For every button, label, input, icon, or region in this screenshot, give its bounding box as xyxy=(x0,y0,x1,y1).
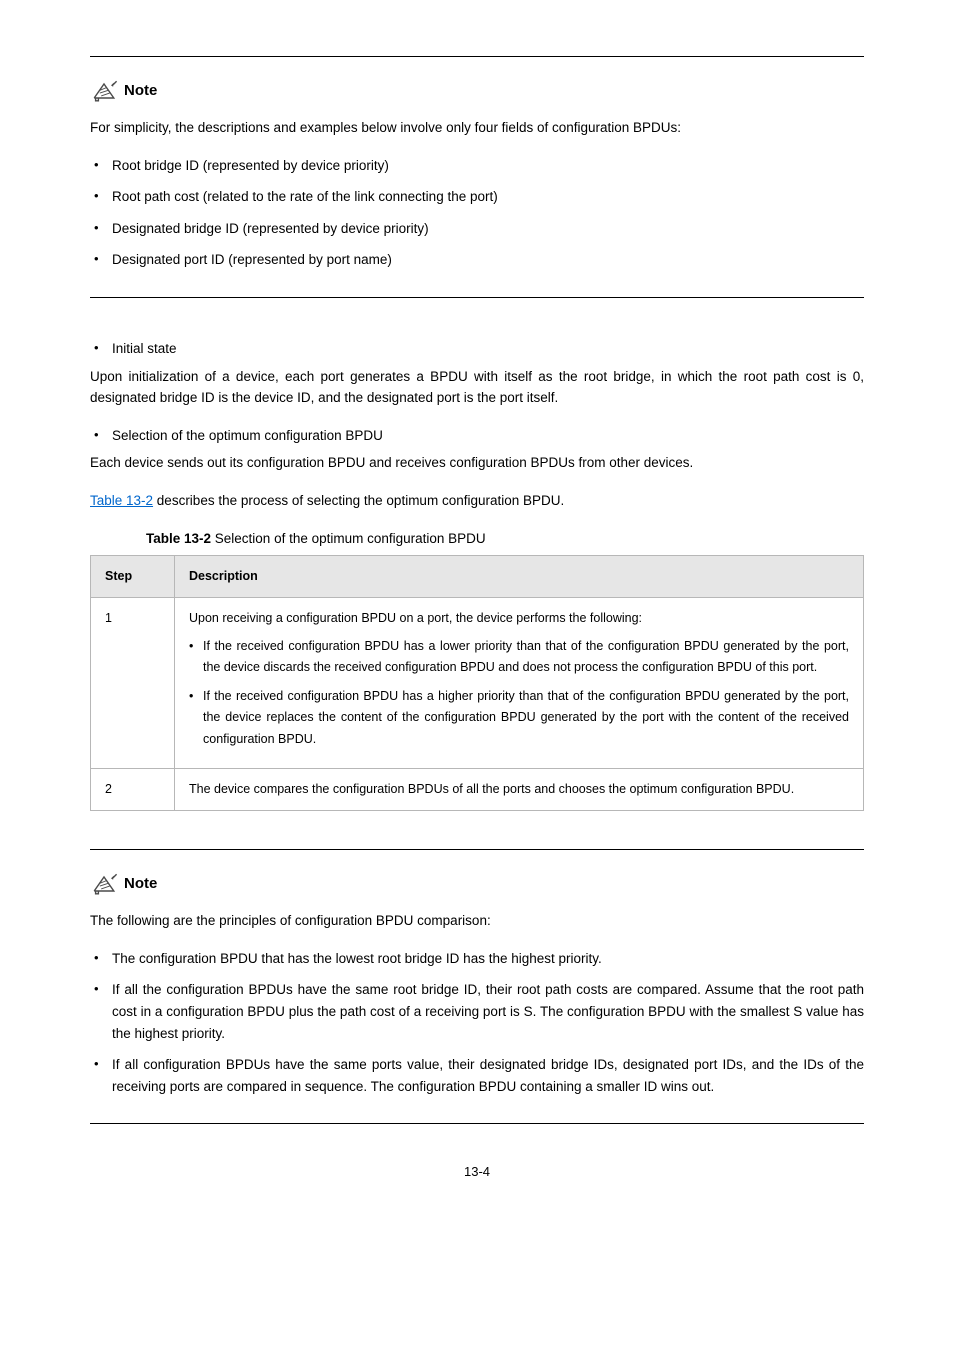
note-icon xyxy=(90,873,118,895)
section1-p2a: Each device sends out its configuration … xyxy=(90,452,864,474)
page-number: 13-4 xyxy=(90,1162,864,1183)
section1-p2b: Table 13-2 describes the process of sele… xyxy=(90,490,864,512)
note2-intro: The following are the principles of conf… xyxy=(90,910,864,932)
list-item: Root bridge ID (represented by device pr… xyxy=(112,155,864,177)
table-link[interactable]: Table 13-2 xyxy=(90,493,153,508)
note2-list: The configuration BPDU that has the lowe… xyxy=(90,948,864,1098)
list-item: Selection of the optimum configuration B… xyxy=(112,425,864,447)
section1-p2b-text: describes the process of selecting the o… xyxy=(153,493,564,508)
note-header: Note xyxy=(90,872,864,896)
cell-step: 1 xyxy=(91,598,175,769)
section1-p1: Upon initialization of a device, each po… xyxy=(90,366,864,409)
section-bullets-2: Selection of the optimum configuration B… xyxy=(90,425,864,447)
section-bullets: Initial state xyxy=(90,338,864,360)
cell-desc: Upon receiving a configuration BPDU on a… xyxy=(175,598,864,769)
list-item: If all configuration BPDUs have the same… xyxy=(112,1054,864,1097)
list-item: If the received configuration BPDU has a… xyxy=(203,686,849,750)
list-item: Initial state xyxy=(112,338,864,360)
list-item: Designated bridge ID (represented by dev… xyxy=(112,218,864,240)
note2-rule xyxy=(90,1123,864,1124)
cell-step: 2 xyxy=(91,768,175,810)
note2-top-rule xyxy=(90,849,864,850)
r1-intro: Upon receiving a configuration BPDU on a… xyxy=(189,608,849,629)
col-step: Step xyxy=(91,556,175,598)
table-row: 1 Upon receiving a configuration BPDU on… xyxy=(91,598,864,769)
top-rule xyxy=(90,56,864,57)
note-label: Note xyxy=(124,872,157,896)
col-desc: Description xyxy=(175,556,864,598)
note-header: Note xyxy=(90,79,864,103)
bpdu-selection-table: Step Description 1 Upon receiving a conf… xyxy=(90,555,864,811)
note1-list: Root bridge ID (represented by device pr… xyxy=(90,155,864,271)
table-row: 2 The device compares the configuration … xyxy=(91,768,864,810)
note-2: Note The following are the principles of… xyxy=(90,872,864,1097)
list-item: The configuration BPDU that has the lowe… xyxy=(112,948,864,970)
table-caption: Table 13-2 Selection of the optimum conf… xyxy=(146,528,864,550)
note-icon xyxy=(90,80,118,102)
note-1: Note For simplicity, the descriptions an… xyxy=(90,79,864,271)
note-label: Note xyxy=(124,79,157,103)
list-item: If all the configuration BPDUs have the … xyxy=(112,979,864,1044)
list-item: If the received configuration BPDU has a… xyxy=(203,636,849,679)
list-item: Root path cost (related to the rate of t… xyxy=(112,186,864,208)
cell-desc: The device compares the configuration BP… xyxy=(175,768,864,810)
note1-intro: For simplicity, the descriptions and exa… xyxy=(90,117,864,139)
list-item: Designated port ID (represented by port … xyxy=(112,249,864,271)
